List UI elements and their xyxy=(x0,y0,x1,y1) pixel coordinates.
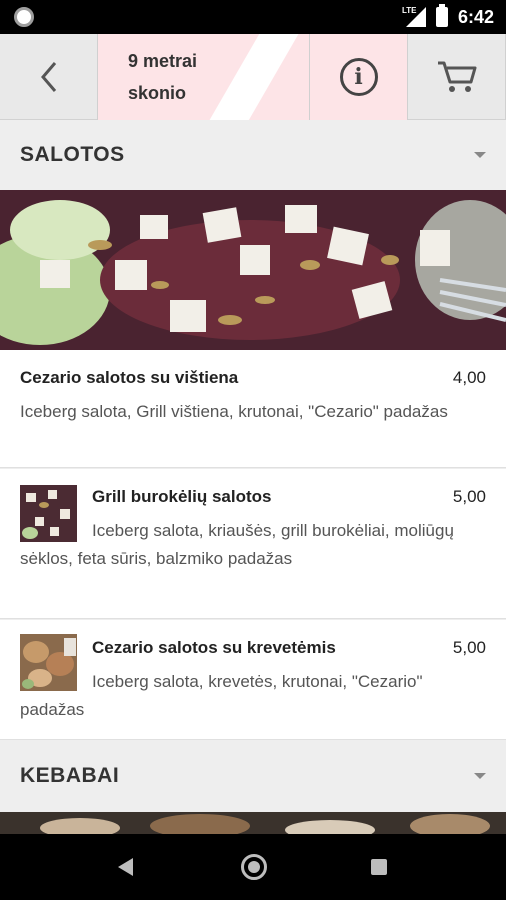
item-description: Iceberg salota, Grill vištiena, krutonai… xyxy=(20,402,448,421)
nav-back-icon[interactable] xyxy=(118,858,133,876)
menu-item[interactable]: Cezario salotos su vištiena 4,00 Iceberg… xyxy=(0,350,506,468)
back-button[interactable] xyxy=(0,34,98,120)
item-name: Cezario salotos su krevetėmis xyxy=(92,638,336,657)
info-button[interactable]: i xyxy=(310,34,408,120)
item-description: Iceberg salota, kriaušės, grill burokėli… xyxy=(20,521,454,568)
cart-button[interactable] xyxy=(408,34,506,120)
restaurant-title: 9 metrai skonio xyxy=(128,51,198,103)
dropdown-arrow-icon xyxy=(474,773,486,779)
item-price: 4,00 xyxy=(452,368,486,387)
item-name: Cezario salotos su vištiena xyxy=(20,368,239,387)
signal-icon: LTE xyxy=(401,6,426,27)
section-header-salotos[interactable]: SALOTOS xyxy=(0,120,506,190)
app-bar: 9 metrai skonio i xyxy=(0,34,506,120)
section-header-kebabai[interactable]: KEBABAI xyxy=(0,741,506,811)
nav-recents-icon[interactable] xyxy=(371,859,387,875)
chevron-left-icon xyxy=(40,62,56,92)
item-name: Grill burokėlių salotos xyxy=(92,487,272,506)
status-icons: LTE 6:42 xyxy=(401,0,494,34)
info-icon: i xyxy=(339,58,378,96)
dropdown-arrow-icon xyxy=(474,152,486,158)
menu-item[interactable]: Grill burokėlių salotos 5,00 Iceberg sal… xyxy=(0,469,506,619)
section-image-salotos xyxy=(0,190,506,350)
battery-icon xyxy=(435,4,448,27)
item-description: Iceberg salota, krevetės, krutonai, "Cez… xyxy=(20,672,423,719)
status-bar: LTE 6:42 xyxy=(0,0,506,34)
clock: 6:42 xyxy=(457,6,494,27)
network-label: LTE xyxy=(401,6,417,15)
restaurant-title-panel: 9 metrai skonio xyxy=(98,34,310,120)
item-price: 5,00 xyxy=(452,487,486,506)
section-image-kebabai xyxy=(0,812,506,834)
section-title: KEBABAI xyxy=(20,764,120,787)
item-price: 5,00 xyxy=(452,638,486,657)
menu-item[interactable]: Cezario salotos su krevetėmis 5,00 Icebe… xyxy=(0,620,506,740)
system-navigation-bar xyxy=(0,834,506,900)
notification-icon xyxy=(14,7,34,27)
nav-home-icon[interactable] xyxy=(241,854,267,880)
cart-icon xyxy=(437,61,476,92)
section-title: SALOTOS xyxy=(20,143,125,166)
